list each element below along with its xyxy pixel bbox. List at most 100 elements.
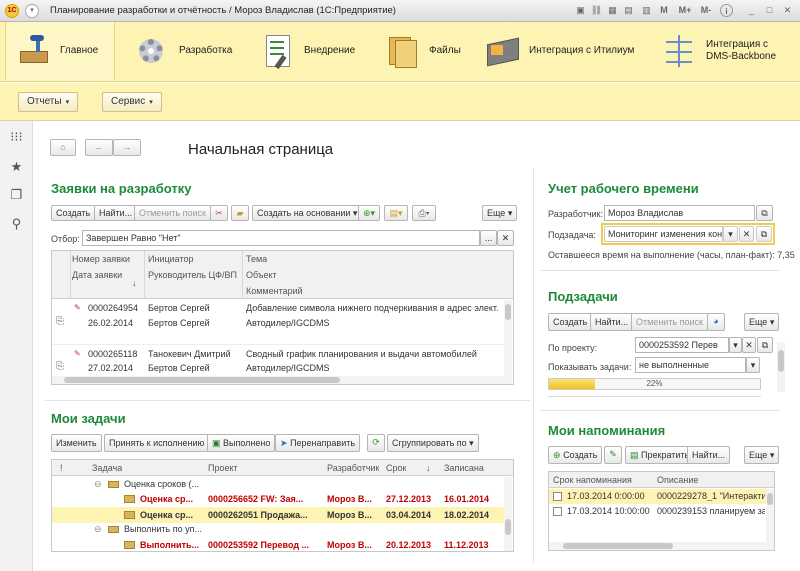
col-comment[interactable]: Комментарий xyxy=(246,286,303,296)
section-dms[interactable]: Интеграция с DMS-Backbone xyxy=(652,22,800,80)
section-itilium[interactable]: Интеграция с Итилиум xyxy=(475,22,650,80)
info-icon[interactable]: i xyxy=(720,4,733,17)
home-button[interactable]: ⌂ xyxy=(50,139,76,156)
filter-clear-button[interactable]: ✕ xyxy=(497,230,514,246)
change-task-button[interactable]: Изменить xyxy=(51,434,102,452)
apps-grid-icon[interactable]: ⁝⁝⁝ xyxy=(9,129,24,144)
tools-icon[interactable]: ✂ xyxy=(210,205,228,221)
col-request-number[interactable]: Номер заявки xyxy=(72,254,130,264)
section-development[interactable]: Разработка xyxy=(125,22,240,80)
subtask-dropdown-button[interactable]: ▾ xyxy=(723,226,738,242)
col-task[interactable]: Задача xyxy=(92,463,122,473)
col-project[interactable]: Проект xyxy=(208,463,238,473)
open-developer-button[interactable]: ⧉ xyxy=(756,205,773,221)
subtasks-find-button[interactable]: Найти... xyxy=(590,313,634,331)
requests-cancel-search-button[interactable]: Отменить поиск xyxy=(134,205,211,221)
col-head[interactable]: Руководитель ЦФ/ВП xyxy=(148,270,237,280)
calc-icon[interactable]: ▥ xyxy=(640,4,653,17)
calculator-icon[interactable]: ▤ xyxy=(622,4,635,17)
section-main[interactable]: Главное xyxy=(5,22,115,80)
service-menu-button[interactable]: Сервис ▾ xyxy=(102,92,162,112)
done-task-button[interactable]: ▣ Выполнено xyxy=(207,434,276,452)
subtask-clear-button[interactable]: ✕ xyxy=(739,226,754,242)
task-row-selected[interactable]: Оценка ср... 0000262051 Продажа... Мороз… xyxy=(52,507,504,523)
history-icon[interactable]: ❐ xyxy=(9,187,24,202)
col-developer[interactable]: Разработчик xyxy=(327,463,379,473)
filter-select-button[interactable]: ... xyxy=(480,230,497,246)
subtask-field[interactable]: Мониторинг изменения конф xyxy=(604,226,723,242)
accept-task-button[interactable]: Принять к исполнению xyxy=(104,434,210,452)
memory-mminus-button[interactable]: M- xyxy=(698,4,714,17)
favorites-star-icon[interactable]: ★ xyxy=(9,159,24,174)
reminder-row[interactable]: 17.03.2014 10:00:00 0000239153 планируем… xyxy=(549,504,766,519)
requests-find-button[interactable]: Найти... xyxy=(94,205,138,221)
subtasks-cancel-search-button[interactable]: Отменить поиск xyxy=(631,313,708,331)
requests-hscroll[interactable] xyxy=(52,376,504,384)
copy-icon[interactable]: ▣ xyxy=(574,4,587,17)
tasks-vscroll[interactable] xyxy=(504,477,512,551)
reminders-more-button[interactable]: Еще ▾ xyxy=(744,446,780,464)
reports-menu-button[interactable]: Отчеты ▾ xyxy=(18,92,79,112)
developer-field[interactable]: Мороз Владислав xyxy=(604,205,755,221)
col-reminder-term[interactable]: Срок напоминания xyxy=(553,475,632,485)
reminder-row-selected[interactable]: 17.03.2014 0:00:00 0000229278_1 "Интерак… xyxy=(549,489,766,504)
task-row[interactable]: Выполнить... 0000253592 Перевод ... Моро… xyxy=(52,537,504,551)
reminders-find-button[interactable]: Найти... xyxy=(687,446,731,464)
task-row[interactable]: Оценка ср... 0000256652 FW: Зая... Мороз… xyxy=(52,491,504,507)
folder-icon[interactable]: ▰ xyxy=(231,205,249,221)
col-term[interactable]: Срок xyxy=(386,463,406,473)
calendar-icon[interactable]: ▦ xyxy=(606,4,619,17)
section-implementation[interactable]: Внедрение xyxy=(250,22,365,80)
filter-field[interactable]: Завершен Равно "Нет" xyxy=(82,230,480,246)
open-subtask-button[interactable]: ⧉ xyxy=(756,226,772,242)
col-initiator[interactable]: Инициатор xyxy=(148,254,194,264)
table-row[interactable]: ⎘ ✎ 0000265118 27.02.2014 Танокевич Дмит… xyxy=(52,344,504,376)
project-field[interactable]: 0000253592 Перев xyxy=(635,337,729,353)
show-tasks-dropdown-button[interactable]: ▾ xyxy=(746,357,760,373)
project-clear-button[interactable]: ✕ xyxy=(742,337,756,353)
menu-dropdown-icon[interactable]: ▾ xyxy=(25,4,39,18)
group-by-button[interactable]: Сгруппировать по ▾ xyxy=(387,434,479,452)
reminders-stop-button[interactable]: ▤ Прекратить xyxy=(625,446,695,464)
requests-more-button[interactable]: Еще ▾ xyxy=(482,205,518,221)
col-flag[interactable]: ! xyxy=(60,463,63,473)
document-icon[interactable]: ▤▾ xyxy=(384,205,408,221)
subtasks-create-button[interactable]: Создать xyxy=(548,313,593,331)
chart-icon[interactable]: ◕ xyxy=(707,313,725,331)
section-files[interactable]: Файлы xyxy=(375,22,475,80)
subtasks-vscroll[interactable] xyxy=(777,342,785,392)
col-recorded[interactable]: Записана xyxy=(444,463,484,473)
minimize-icon[interactable]: _ xyxy=(745,4,758,17)
close-icon[interactable]: ✕ xyxy=(781,4,794,17)
subtasks-more-button[interactable]: Еще ▾ xyxy=(744,313,780,331)
open-project-button[interactable]: ⧉ xyxy=(757,337,773,353)
forward-button[interactable]: → xyxy=(113,139,141,156)
col-object[interactable]: Объект xyxy=(246,270,277,280)
table-row[interactable]: ⎘ ✎ 0000264954 26.02.2014 Бертов Сергей … xyxy=(52,300,504,344)
maximize-icon[interactable]: □ xyxy=(763,4,776,17)
task-group-row[interactable]: ⊖ Выполнить по уп... xyxy=(52,523,504,537)
task-group-row[interactable]: ⊖ Оценка сроков (... xyxy=(52,477,504,491)
create-based-on-button[interactable]: Создать на основании ▾ xyxy=(252,205,363,221)
col-request-date[interactable]: Дата заявки xyxy=(72,270,122,280)
col-reminder-desc[interactable]: Описание xyxy=(657,475,698,485)
memory-m-button[interactable]: M xyxy=(658,4,670,17)
memory-mplus-button[interactable]: M+ xyxy=(676,4,694,17)
collapse-icon[interactable]: ⊖ xyxy=(94,524,102,535)
reminders-vscroll[interactable] xyxy=(766,489,774,550)
reminders-create-button[interactable]: ⊕ Создать xyxy=(548,446,603,464)
col-topic[interactable]: Тема xyxy=(246,254,267,264)
redirect-task-button[interactable]: ➤ Перенаправить xyxy=(275,434,361,452)
link-icon[interactable]: ⛓ xyxy=(590,4,603,17)
reminders-hscroll[interactable] xyxy=(549,542,766,550)
requests-create-button[interactable]: Создать xyxy=(51,205,96,221)
project-dropdown-button[interactable]: ▾ xyxy=(729,337,742,353)
refresh-icon[interactable]: ⟳ xyxy=(367,434,385,452)
requests-vscroll[interactable] xyxy=(504,300,512,384)
search-icon[interactable]: ⚲ xyxy=(9,216,24,231)
show-tasks-select[interactable]: не выполненные xyxy=(635,357,746,373)
add-green-icon[interactable]: ⊕▾ xyxy=(358,205,380,221)
collapse-icon[interactable]: ⊖ xyxy=(94,479,102,490)
print-icon[interactable]: ⎙▾ xyxy=(412,205,436,221)
back-button[interactable]: ← xyxy=(85,139,113,156)
